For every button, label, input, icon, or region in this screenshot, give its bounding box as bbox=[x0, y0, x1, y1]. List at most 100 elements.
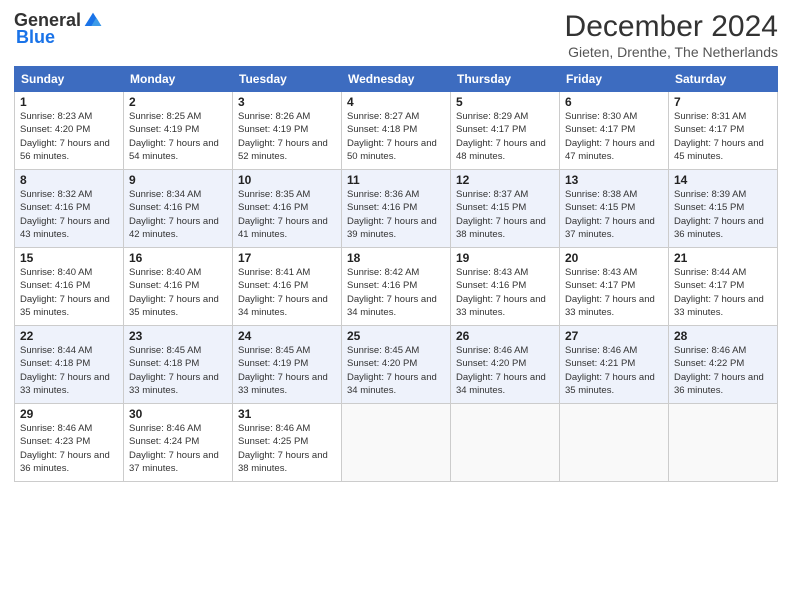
day-cell: 4Sunrise: 8:27 AMSunset: 4:18 PMDaylight… bbox=[342, 92, 451, 170]
day-info: Sunrise: 8:30 AMSunset: 4:17 PMDaylight:… bbox=[565, 110, 663, 163]
day-cell: 31Sunrise: 8:46 AMSunset: 4:25 PMDayligh… bbox=[233, 404, 342, 482]
calendar-week-row: 22Sunrise: 8:44 AMSunset: 4:18 PMDayligh… bbox=[15, 326, 778, 404]
day-cell: 14Sunrise: 8:39 AMSunset: 4:15 PMDayligh… bbox=[669, 170, 778, 248]
calendar-week-row: 29Sunrise: 8:46 AMSunset: 4:23 PMDayligh… bbox=[15, 404, 778, 482]
day-cell: 15Sunrise: 8:40 AMSunset: 4:16 PMDayligh… bbox=[15, 248, 124, 326]
day-header-saturday: Saturday bbox=[669, 67, 778, 92]
day-info: Sunrise: 8:31 AMSunset: 4:17 PMDaylight:… bbox=[674, 110, 772, 163]
page: General Blue December 2024 Gieten, Drent… bbox=[0, 0, 792, 612]
day-cell: 27Sunrise: 8:46 AMSunset: 4:21 PMDayligh… bbox=[560, 326, 669, 404]
day-number: 29 bbox=[20, 407, 118, 421]
day-number: 18 bbox=[347, 251, 445, 265]
subtitle: Gieten, Drenthe, The Netherlands bbox=[565, 44, 778, 60]
day-cell: 25Sunrise: 8:45 AMSunset: 4:20 PMDayligh… bbox=[342, 326, 451, 404]
day-info: Sunrise: 8:45 AMSunset: 4:20 PMDaylight:… bbox=[347, 344, 445, 397]
day-cell: 3Sunrise: 8:26 AMSunset: 4:19 PMDaylight… bbox=[233, 92, 342, 170]
day-header-sunday: Sunday bbox=[15, 67, 124, 92]
day-info: Sunrise: 8:45 AMSunset: 4:18 PMDaylight:… bbox=[129, 344, 227, 397]
day-number: 13 bbox=[565, 173, 663, 187]
day-cell: 11Sunrise: 8:36 AMSunset: 4:16 PMDayligh… bbox=[342, 170, 451, 248]
day-info: Sunrise: 8:43 AMSunset: 4:16 PMDaylight:… bbox=[456, 266, 554, 319]
day-info: Sunrise: 8:41 AMSunset: 4:16 PMDaylight:… bbox=[238, 266, 336, 319]
day-cell: 6Sunrise: 8:30 AMSunset: 4:17 PMDaylight… bbox=[560, 92, 669, 170]
day-number: 7 bbox=[674, 95, 772, 109]
day-header-thursday: Thursday bbox=[451, 67, 560, 92]
day-info: Sunrise: 8:27 AMSunset: 4:18 PMDaylight:… bbox=[347, 110, 445, 163]
day-info: Sunrise: 8:46 AMSunset: 4:25 PMDaylight:… bbox=[238, 422, 336, 475]
day-cell: 9Sunrise: 8:34 AMSunset: 4:16 PMDaylight… bbox=[124, 170, 233, 248]
day-number: 9 bbox=[129, 173, 227, 187]
empty-cell bbox=[560, 404, 669, 482]
day-cell: 26Sunrise: 8:46 AMSunset: 4:20 PMDayligh… bbox=[451, 326, 560, 404]
day-number: 3 bbox=[238, 95, 336, 109]
day-header-wednesday: Wednesday bbox=[342, 67, 451, 92]
day-number: 11 bbox=[347, 173, 445, 187]
day-cell: 23Sunrise: 8:45 AMSunset: 4:18 PMDayligh… bbox=[124, 326, 233, 404]
day-number: 12 bbox=[456, 173, 554, 187]
empty-cell bbox=[669, 404, 778, 482]
day-info: Sunrise: 8:46 AMSunset: 4:22 PMDaylight:… bbox=[674, 344, 772, 397]
day-cell: 2Sunrise: 8:25 AMSunset: 4:19 PMDaylight… bbox=[124, 92, 233, 170]
day-info: Sunrise: 8:26 AMSunset: 4:19 PMDaylight:… bbox=[238, 110, 336, 163]
day-number: 30 bbox=[129, 407, 227, 421]
day-number: 27 bbox=[565, 329, 663, 343]
calendar-header-row: SundayMondayTuesdayWednesdayThursdayFrid… bbox=[15, 67, 778, 92]
day-info: Sunrise: 8:32 AMSunset: 4:16 PMDaylight:… bbox=[20, 188, 118, 241]
day-info: Sunrise: 8:36 AMSunset: 4:16 PMDaylight:… bbox=[347, 188, 445, 241]
day-info: Sunrise: 8:23 AMSunset: 4:20 PMDaylight:… bbox=[20, 110, 118, 163]
day-cell: 22Sunrise: 8:44 AMSunset: 4:18 PMDayligh… bbox=[15, 326, 124, 404]
day-cell: 10Sunrise: 8:35 AMSunset: 4:16 PMDayligh… bbox=[233, 170, 342, 248]
empty-cell bbox=[451, 404, 560, 482]
day-info: Sunrise: 8:40 AMSunset: 4:16 PMDaylight:… bbox=[129, 266, 227, 319]
day-info: Sunrise: 8:43 AMSunset: 4:17 PMDaylight:… bbox=[565, 266, 663, 319]
header: General Blue December 2024 Gieten, Drent… bbox=[14, 10, 778, 60]
day-info: Sunrise: 8:35 AMSunset: 4:16 PMDaylight:… bbox=[238, 188, 336, 241]
day-info: Sunrise: 8:44 AMSunset: 4:17 PMDaylight:… bbox=[674, 266, 772, 319]
day-cell: 7Sunrise: 8:31 AMSunset: 4:17 PMDaylight… bbox=[669, 92, 778, 170]
day-cell: 13Sunrise: 8:38 AMSunset: 4:15 PMDayligh… bbox=[560, 170, 669, 248]
day-info: Sunrise: 8:44 AMSunset: 4:18 PMDaylight:… bbox=[20, 344, 118, 397]
calendar-week-row: 1Sunrise: 8:23 AMSunset: 4:20 PMDaylight… bbox=[15, 92, 778, 170]
day-number: 4 bbox=[347, 95, 445, 109]
day-number: 20 bbox=[565, 251, 663, 265]
day-cell: 17Sunrise: 8:41 AMSunset: 4:16 PMDayligh… bbox=[233, 248, 342, 326]
calendar-table: SundayMondayTuesdayWednesdayThursdayFrid… bbox=[14, 66, 778, 482]
day-cell: 12Sunrise: 8:37 AMSunset: 4:15 PMDayligh… bbox=[451, 170, 560, 248]
day-info: Sunrise: 8:40 AMSunset: 4:16 PMDaylight:… bbox=[20, 266, 118, 319]
day-info: Sunrise: 8:45 AMSunset: 4:19 PMDaylight:… bbox=[238, 344, 336, 397]
logo: General Blue bbox=[14, 10, 103, 48]
day-info: Sunrise: 8:39 AMSunset: 4:15 PMDaylight:… bbox=[674, 188, 772, 241]
day-number: 5 bbox=[456, 95, 554, 109]
day-cell: 8Sunrise: 8:32 AMSunset: 4:16 PMDaylight… bbox=[15, 170, 124, 248]
day-info: Sunrise: 8:46 AMSunset: 4:23 PMDaylight:… bbox=[20, 422, 118, 475]
day-cell: 5Sunrise: 8:29 AMSunset: 4:17 PMDaylight… bbox=[451, 92, 560, 170]
day-number: 8 bbox=[20, 173, 118, 187]
logo-icon bbox=[83, 11, 103, 31]
month-title: December 2024 bbox=[565, 10, 778, 44]
day-cell: 16Sunrise: 8:40 AMSunset: 4:16 PMDayligh… bbox=[124, 248, 233, 326]
day-cell: 1Sunrise: 8:23 AMSunset: 4:20 PMDaylight… bbox=[15, 92, 124, 170]
day-number: 16 bbox=[129, 251, 227, 265]
day-number: 15 bbox=[20, 251, 118, 265]
logo-blue-text: Blue bbox=[16, 27, 55, 48]
day-number: 17 bbox=[238, 251, 336, 265]
day-number: 28 bbox=[674, 329, 772, 343]
day-number: 25 bbox=[347, 329, 445, 343]
day-cell: 29Sunrise: 8:46 AMSunset: 4:23 PMDayligh… bbox=[15, 404, 124, 482]
day-number: 19 bbox=[456, 251, 554, 265]
title-block: December 2024 Gieten, Drenthe, The Nethe… bbox=[565, 10, 778, 60]
day-number: 10 bbox=[238, 173, 336, 187]
day-cell: 19Sunrise: 8:43 AMSunset: 4:16 PMDayligh… bbox=[451, 248, 560, 326]
day-number: 22 bbox=[20, 329, 118, 343]
day-cell: 30Sunrise: 8:46 AMSunset: 4:24 PMDayligh… bbox=[124, 404, 233, 482]
day-number: 24 bbox=[238, 329, 336, 343]
day-number: 14 bbox=[674, 173, 772, 187]
day-number: 31 bbox=[238, 407, 336, 421]
day-cell: 21Sunrise: 8:44 AMSunset: 4:17 PMDayligh… bbox=[669, 248, 778, 326]
empty-cell bbox=[342, 404, 451, 482]
day-info: Sunrise: 8:46 AMSunset: 4:20 PMDaylight:… bbox=[456, 344, 554, 397]
day-header-monday: Monday bbox=[124, 67, 233, 92]
day-info: Sunrise: 8:25 AMSunset: 4:19 PMDaylight:… bbox=[129, 110, 227, 163]
day-info: Sunrise: 8:34 AMSunset: 4:16 PMDaylight:… bbox=[129, 188, 227, 241]
calendar-week-row: 8Sunrise: 8:32 AMSunset: 4:16 PMDaylight… bbox=[15, 170, 778, 248]
